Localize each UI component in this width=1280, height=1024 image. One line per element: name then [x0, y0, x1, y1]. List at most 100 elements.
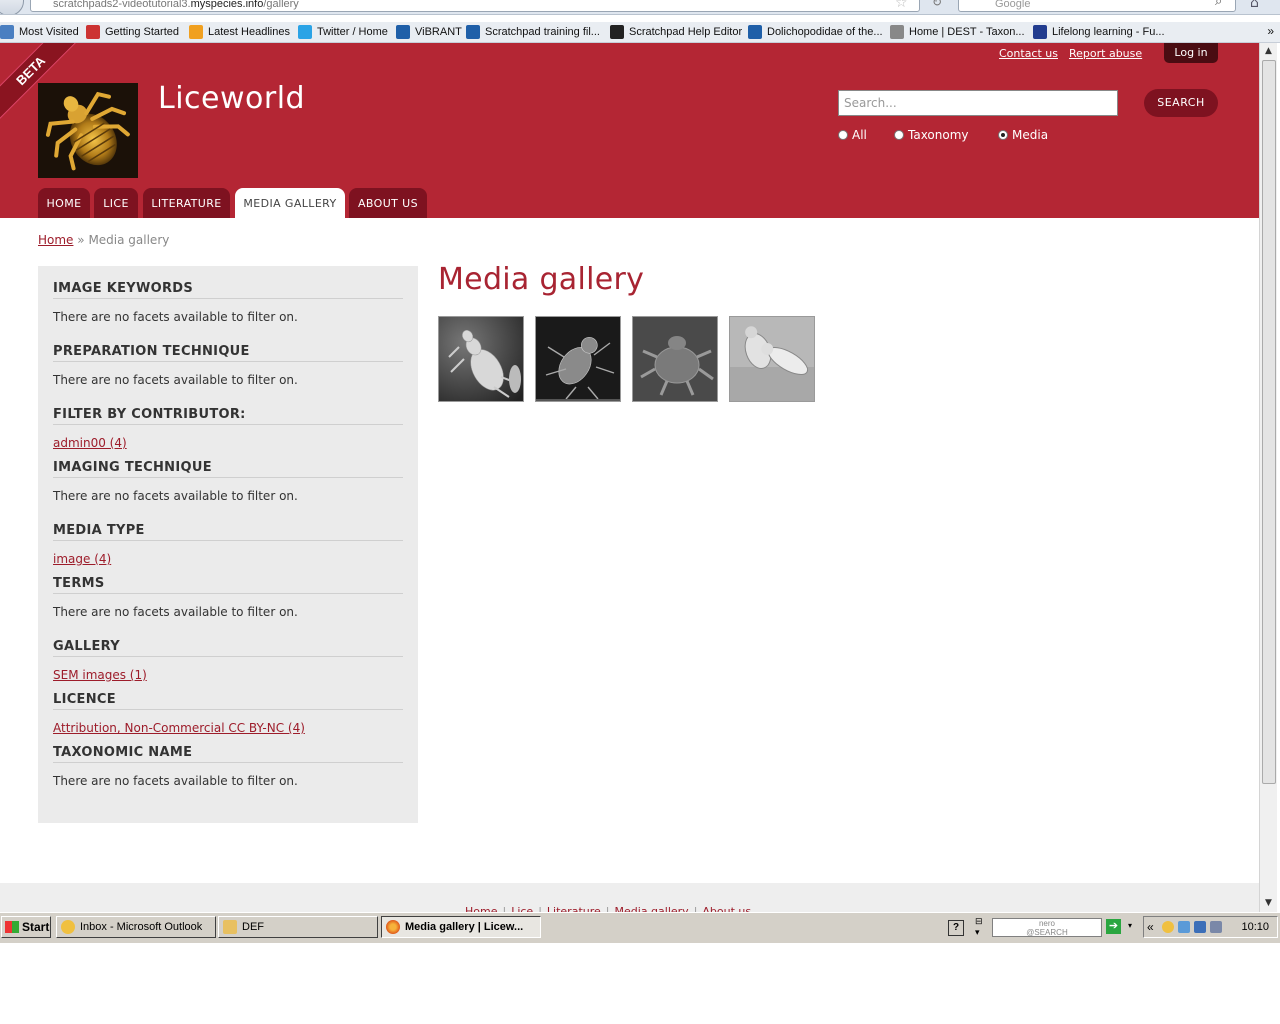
facet-link-admin00[interactable]: admin00 (4)	[53, 436, 127, 450]
back-button[interactable]	[0, 0, 24, 14]
facet-title: LICENCE	[53, 692, 403, 710]
bookmark-item[interactable]: Scratchpad training fil...	[466, 25, 600, 39]
breadcrumb-current: Media gallery	[88, 233, 170, 247]
scroll-up-arrow-icon[interactable]: ▲	[1260, 43, 1277, 60]
facet-empty-message: There are no facets available to filter …	[53, 310, 298, 324]
security-shield-icon[interactable]	[1194, 921, 1206, 933]
louse-logo-icon	[38, 83, 138, 178]
facet-imaging-technique: IMAGING TECHNIQUE There are no facets av…	[53, 460, 403, 503]
bookmark-item[interactable]: Scratchpad Help Editor	[610, 25, 742, 39]
facet-empty-message: There are no facets available to filter …	[53, 605, 298, 619]
breadcrumb: Home » Media gallery	[38, 233, 169, 247]
bookmark-item[interactable]: Latest Headlines	[189, 25, 290, 39]
outlook-tray-icon[interactable]	[1162, 921, 1174, 933]
facet-link-sem-images[interactable]: SEM images (1)	[53, 668, 147, 682]
radio-circle-icon[interactable]	[838, 130, 848, 140]
site-search-input[interactable]	[838, 90, 1118, 116]
network-icon[interactable]	[1178, 921, 1190, 933]
web-search-field[interactable]: Google	[958, 0, 1236, 12]
bookmark-favicon-icon	[0, 25, 14, 39]
scope-taxonomy-radio[interactable]: Taxonomy	[894, 128, 969, 142]
scope-media-radio[interactable]: Media	[998, 128, 1048, 142]
task-label: Inbox - Microsoft Outlook	[80, 921, 203, 933]
nav-tab-literature[interactable]: LITERATURE	[143, 188, 230, 218]
bookmark-label: ViBRANT	[415, 26, 462, 38]
nero-search-field[interactable]: nero @SEARCH	[992, 918, 1102, 937]
bookmark-item[interactable]: Getting Started	[86, 25, 179, 39]
task-label: Media gallery | Licew...	[405, 921, 524, 933]
bookmark-label: Latest Headlines	[208, 26, 290, 38]
sem-louse-image	[730, 317, 814, 401]
gallery-thumbnail[interactable]	[438, 316, 524, 402]
scope-all-radio[interactable]: All	[838, 128, 867, 142]
go-arrow-icon[interactable]: ➔	[1106, 919, 1121, 934]
sem-louse-image	[439, 317, 523, 401]
facet-empty-message: There are no facets available to filter …	[53, 774, 298, 788]
bookmarks-overflow-icon[interactable]: »	[1267, 24, 1274, 38]
address-bar[interactable]: scratchpads2-videotutorial3.myspecies.in…	[30, 0, 920, 12]
bookmark-item[interactable]: Lifelong learning - Fu...	[1033, 25, 1165, 39]
gallery-thumbnail[interactable]	[729, 316, 815, 402]
facet-title: TERMS	[53, 576, 403, 594]
scope-label: Media	[1012, 128, 1049, 142]
search-button[interactable]: SEARCH	[1144, 89, 1218, 117]
bookmark-label: Getting Started	[105, 26, 179, 38]
bookmark-favicon-icon	[189, 25, 203, 39]
browser-toolbar: scratchpads2-videotutorial3.myspecies.in…	[0, 0, 1280, 15]
bookmark-star-icon[interactable]: ☆	[895, 0, 908, 11]
bookmark-item[interactable]: Home | DEST - Taxon...	[890, 25, 1025, 39]
search-icon[interactable]: ⌕	[1215, 0, 1222, 9]
facet-gallery: GALLERY SEM images (1)	[53, 639, 403, 682]
bookmark-favicon-icon	[1033, 25, 1047, 39]
reload-icon[interactable]: ↻	[932, 0, 942, 9]
bookmark-favicon-icon	[396, 25, 410, 39]
bookmark-label: Scratchpad Help Editor	[629, 26, 743, 38]
gallery-thumbnail[interactable]	[632, 316, 718, 402]
nav-tab-about-us[interactable]: ABOUT US	[349, 188, 427, 218]
home-icon[interactable]: ⌂	[1250, 0, 1259, 11]
nav-tab-home[interactable]: HOME	[38, 188, 90, 218]
facet-title: FILTER BY CONTRIBUTOR:	[53, 407, 403, 425]
report-abuse-link[interactable]: Report abuse	[1069, 47, 1142, 60]
bookmark-favicon-icon	[748, 25, 762, 39]
dropdown-arrow-icon[interactable]: ▾	[1128, 921, 1132, 930]
facet-taxonomic-name: TAXONOMIC NAME There are no facets avail…	[53, 745, 403, 788]
folder-icon	[223, 920, 237, 934]
gallery-thumbnail[interactable]	[535, 316, 621, 402]
taskbar-item-def-folder[interactable]: DEF	[218, 916, 378, 938]
nav-tab-lice[interactable]: LICE	[94, 188, 138, 218]
footer: Home | Lice | Literature | Media gallery | About…	[0, 883, 1259, 913]
taskbar-item-outlook[interactable]: Inbox - Microsoft Outlook	[56, 916, 216, 938]
bookmark-item[interactable]: Dolichopodidae of the...	[748, 25, 883, 39]
display-icon[interactable]	[1210, 921, 1222, 933]
scroll-down-arrow-icon[interactable]: ▼	[1260, 895, 1277, 912]
breadcrumb-home-link[interactable]: Home	[38, 233, 73, 247]
clock[interactable]: 10:10	[1241, 921, 1269, 933]
language-toggle-icon[interactable]: ⊟ ▾	[975, 916, 983, 938]
facet-link-licence[interactable]: Attribution, Non-Commercial CC BY-NC (4)	[53, 721, 305, 735]
bookmark-favicon-icon	[466, 25, 480, 39]
nav-tab-media-gallery[interactable]: MEDIA GALLERY	[235, 188, 345, 218]
tray-expand-icon[interactable]: «	[1147, 920, 1154, 934]
help-icon[interactable]: ?	[948, 920, 964, 936]
breadcrumb-separator: »	[77, 233, 85, 247]
site-logo[interactable]	[38, 83, 138, 178]
bookmark-label: Scratchpad training fil...	[485, 26, 600, 38]
facet-sidebar: IMAGE KEYWORDS There are no facets avail…	[38, 266, 418, 823]
bookmark-item[interactable]: ViBRANT	[396, 25, 462, 39]
bookmark-favicon-icon	[86, 25, 100, 39]
page-scrollbar[interactable]: ▲ ▼	[1259, 43, 1277, 912]
bookmark-favicon-icon	[890, 25, 904, 39]
radio-circle-icon[interactable]	[894, 130, 904, 140]
radio-selected-icon[interactable]	[998, 130, 1008, 140]
start-button[interactable]: Start	[1, 916, 51, 938]
taskbar-item-firefox[interactable]: Media gallery | Licew...	[381, 916, 541, 938]
scrollbar-thumb[interactable]	[1262, 60, 1276, 784]
bookmarks-toolbar: Most Visited Getting Started Latest Headli…	[0, 22, 1280, 43]
site-name[interactable]: Liceworld	[158, 81, 305, 116]
login-button[interactable]: Log in	[1164, 43, 1218, 63]
bookmark-item[interactable]: Twitter / Home	[298, 25, 388, 39]
contact-us-link[interactable]: Contact us	[999, 47, 1058, 60]
facet-link-image[interactable]: image (4)	[53, 552, 111, 566]
bookmark-item[interactable]: Most Visited	[0, 25, 79, 39]
